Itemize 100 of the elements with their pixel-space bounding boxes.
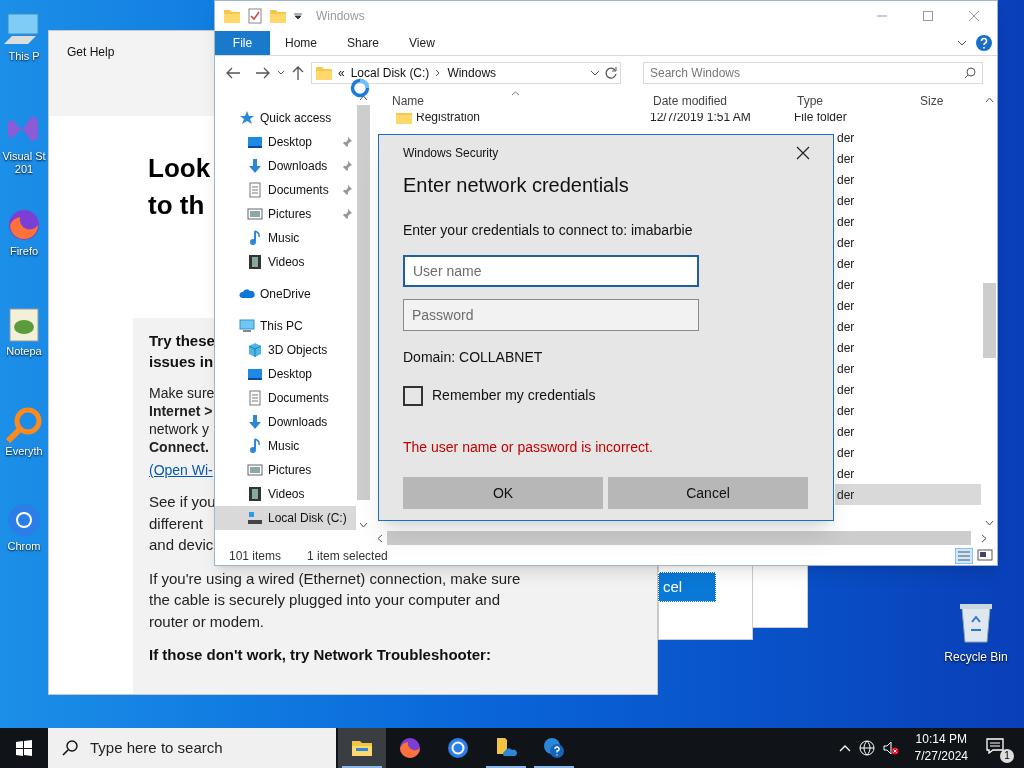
download-arrow-icon <box>247 158 263 174</box>
file-row[interactable]: der <box>835 127 981 148</box>
nav-item[interactable]: This PC <box>260 317 303 335</box>
taskbar-app[interactable] <box>338 728 386 768</box>
up-arrow-icon <box>291 64 305 81</box>
file-row[interactable]: der <box>835 358 981 379</box>
section-heading: Try these issues in <box>149 331 215 372</box>
chat-bubble-icon <box>986 738 1004 754</box>
file-row[interactable]: der <box>835 463 981 484</box>
file-row[interactable]: der <box>835 421 981 442</box>
ribbon-tab[interactable]: View <box>394 31 450 55</box>
monitor-icon <box>247 366 263 382</box>
chevron-right-icon <box>435 68 442 77</box>
nav-item[interactable]: Downloads <box>215 410 356 434</box>
file-row[interactable]: der <box>835 253 981 274</box>
checkbox-label[interactable]: Remember my credentials <box>432 385 596 406</box>
nav-item[interactable]: Desktop <box>215 130 356 154</box>
chevron-down-icon <box>957 40 967 46</box>
file-row[interactable]: der <box>835 316 981 337</box>
file-row[interactable]: der <box>835 400 981 421</box>
column-header[interactable]: Size <box>920 92 970 110</box>
ribbon-tab[interactable]: Share <box>332 31 395 55</box>
column-header[interactable]: Name <box>392 92 653 110</box>
ribbon-tab[interactable]: Home <box>270 31 332 55</box>
monitor-icon <box>247 134 263 150</box>
maximize-icon <box>923 11 933 21</box>
refresh-icon <box>604 65 618 80</box>
nav-item[interactable]: Desktop <box>215 362 356 386</box>
error-message: The user name or password is incorrect. <box>403 438 654 457</box>
status-text: 101 items <box>229 547 282 565</box>
checkbox[interactable] <box>403 385 423 406</box>
password-field[interactable]: Password <box>403 299 699 331</box>
file-row[interactable]: der <box>835 379 981 400</box>
music-note-icon <box>247 230 263 246</box>
cancel-button[interactable]: cel <box>658 572 716 602</box>
link[interactable]: (Open Wi- <box>149 461 213 479</box>
file-row[interactable]: der <box>835 442 981 463</box>
nav-item[interactable]: Documents <box>215 178 356 202</box>
column-header[interactable]: Type <box>797 92 920 110</box>
file-row[interactable]: der <box>835 484 981 505</box>
search-icon <box>62 740 78 756</box>
scroll-down-icon <box>359 522 368 528</box>
nav-item[interactable]: Pictures <box>215 202 356 226</box>
cube-icon <box>247 342 263 358</box>
star-icon <box>239 110 255 126</box>
nav-item[interactable]: Videos <box>215 250 356 274</box>
status-text: 1 item selected <box>307 547 388 565</box>
ok-button[interactable]: OK <box>403 477 603 509</box>
monitor-icon <box>239 318 255 334</box>
search-field[interactable]: Search Windows <box>643 61 983 84</box>
breadcrumb[interactable]: Local Disk (C:) <box>350 63 430 82</box>
icon-label[interactable]: Recycle Bin <box>944 648 1008 666</box>
nav-item[interactable]: Quick access <box>260 109 332 127</box>
address-bar[interactable]: « Local Disk (C:) Windows <box>311 61 621 84</box>
nav-item[interactable]: Videos <box>215 482 356 506</box>
browser-circle-icon <box>446 736 470 760</box>
file-row[interactable]: der <box>835 295 981 316</box>
nav-item[interactable]: Local Disk (C:) <box>215 506 356 530</box>
username-field[interactable]: User name <box>403 255 699 287</box>
chevron-up-icon <box>838 744 851 752</box>
file-row[interactable]: der <box>835 190 981 211</box>
page-heading: Look to th <box>148 152 211 222</box>
window-title: Windows <box>316 8 365 25</box>
breadcrumb[interactable]: Windows <box>447 63 497 82</box>
film-strip-icon <box>247 486 263 502</box>
file-row[interactable]: der <box>835 169 981 190</box>
file-row[interactable]: der <box>835 148 981 169</box>
search-icon <box>964 66 976 79</box>
dialog-heading: Enter network credentials <box>403 173 630 198</box>
nav-item[interactable]: OneDrive <box>260 285 311 303</box>
nav-item[interactable]: 3D Objects <box>215 338 356 362</box>
browser-globe-icon <box>398 736 422 760</box>
scrollbar-thumb[interactable] <box>982 283 996 358</box>
column-header[interactable]: Date modified <box>653 92 797 110</box>
file-row[interactable]: der <box>835 232 981 253</box>
scroll-right-icon <box>981 533 987 543</box>
ribbon-tab[interactable]: File <box>215 31 270 55</box>
scrollbar-thumb[interactable] <box>357 105 370 500</box>
icon-label[interactable]: Visual St 201 <box>2 150 46 176</box>
file-row[interactable]: der <box>835 211 981 232</box>
paragraph: Make sure Internet > network y Connect. <box>149 384 215 456</box>
download-arrow-icon <box>247 414 263 430</box>
folder-icon <box>396 113 412 124</box>
nav-item[interactable]: Pictures <box>215 458 356 482</box>
nav-item[interactable]: Downloads <box>215 154 356 178</box>
chevron-down-icon <box>277 69 285 76</box>
thumbnail-view-icon <box>977 547 993 562</box>
nav-item[interactable]: Documents <box>215 386 356 410</box>
dialog-caption: Windows Security <box>403 145 499 162</box>
file-row[interactable]: der <box>835 337 981 358</box>
file-row[interactable]: der <box>835 274 981 295</box>
clock[interactable]: 10:14 PM 7/27/2024 <box>914 731 968 765</box>
cancel-button[interactable]: Cancel <box>608 477 808 509</box>
nav-item[interactable]: Music <box>215 226 356 250</box>
breadcrumb-overflow[interactable]: « <box>338 63 345 82</box>
nav-item[interactable]: Music <box>215 434 356 458</box>
dropdown-icon <box>294 12 302 20</box>
search-box[interactable]: Type here to search <box>48 728 336 768</box>
scrollbar-thumb[interactable] <box>387 531 971 545</box>
folder-icon <box>316 65 332 80</box>
